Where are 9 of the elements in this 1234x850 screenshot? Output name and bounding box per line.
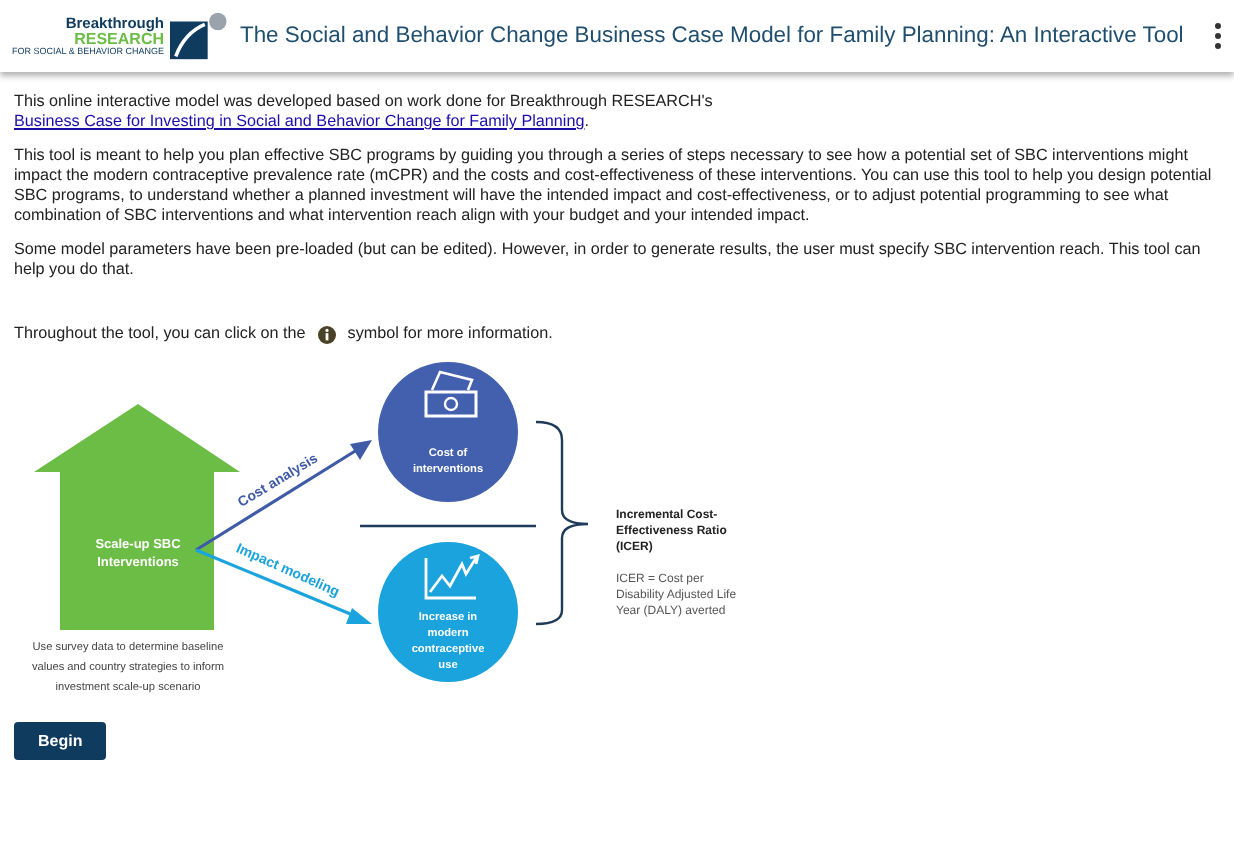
body-paragraph: This tool is meant to help you plan effective SBC programs by guiding you through a series of steps necessary to see how a potential set of SBC interventions might impact the modern contraceptive prevalence rate (mCPR) and the costs and cost-effectiveness of these interventions. You can use this tool to help you design potential SBC programs, to understand whether a planned investment will have the intended impact and cost-effectiveness, or to adjust potential programming to see what combination of SBC interventions and what intervention reach align with your budget and your intended impact. [14, 146, 1214, 226]
logo-text: RESEARCH [74, 31, 165, 47]
info-text: symbol for more information. [347, 324, 553, 344]
begin-button[interactable]: Begin [14, 722, 107, 760]
body-paragraph: Some model parameters have been pre-loaded (but can be edited). However, in order to generate results, the user must specify SBC intervention reach. This tool can help you do that. [14, 240, 1203, 280]
intro-paragraph: This online interactive model was developed based on work done for Breakthrough RESEARCH's Business Case for Investing in Social and Behavior Change for Family Planning. [14, 92, 715, 132]
info-text: Throughout the tool, you can click on the [14, 324, 306, 344]
page-title: The Social and Behavior Change Business Case Model for Family Planning: An Interactive Tool [240, 24, 1186, 48]
report-link[interactable]: Business Case for Investing in Social and Behavior Change for Family Planning [14, 112, 585, 130]
